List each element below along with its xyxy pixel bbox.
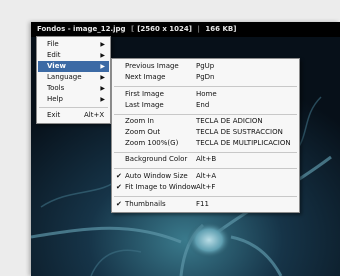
chevron-right-icon: ▶ [100, 63, 105, 70]
view-submenu: Previous Image PgUp Next Image PgDn Firs… [111, 58, 300, 213]
menu-item-file-label: File [47, 40, 59, 48]
menu-item-tools[interactable]: Tools ▶ [38, 83, 109, 94]
menu-item-exit-label: Exit [47, 111, 61, 119]
next-image-label: Next Image [125, 73, 166, 81]
menu-separator [114, 114, 297, 115]
menu-item-file[interactable]: File ▶ [38, 39, 109, 50]
chevron-right-icon: ▶ [100, 74, 105, 81]
chevron-right-icon: ▶ [100, 85, 105, 92]
next-image-shortcut: PgDn [196, 73, 215, 81]
menu-item-view-label: View [47, 62, 66, 70]
fit-image-label: Fit Image to Window [125, 183, 197, 191]
menu-item-fit-image[interactable]: ✔ Fit Image to Window Alt+F [113, 182, 298, 193]
title-bar: Fondos - image_12.jpg [[2560 x 1024] | 1… [31, 22, 340, 37]
menu-item-edit[interactable]: Edit ▶ [38, 50, 109, 61]
main-menu: File ▶ Edit ▶ View ▶ Language ▶ Tools ▶ … [36, 36, 111, 124]
menu-item-auto-window-size[interactable]: ✔ Auto Window Size Alt+A [113, 171, 298, 182]
auto-window-size-label: Auto Window Size [125, 172, 188, 180]
menu-item-edit-label: Edit [47, 51, 61, 59]
background-color-shortcut: Alt+B [196, 155, 217, 163]
thumbnails-shortcut: F11 [196, 200, 209, 208]
image-dimensions: [2560 x 1024] [137, 25, 192, 33]
image-filesize: 166 KB] [205, 25, 237, 33]
zoom-in-label: Zoom In [125, 117, 154, 125]
zoom-out-shortcut: TECLA DE SUSTRACCION [196, 128, 283, 136]
menu-item-help[interactable]: Help ▶ [38, 94, 109, 105]
menu-item-view[interactable]: View ▶ [38, 61, 109, 72]
checkmark-icon: ✔ [116, 200, 122, 208]
chevron-right-icon: ▶ [100, 41, 105, 48]
menu-separator [114, 86, 297, 87]
last-image-shortcut: End [196, 101, 210, 109]
menu-item-language[interactable]: Language ▶ [38, 72, 109, 83]
menu-item-last-image[interactable]: Last Image End [113, 100, 298, 111]
menu-separator [39, 107, 108, 108]
menu-item-thumbnails[interactable]: ✔ Thumbnails F11 [113, 199, 298, 210]
zoom-in-shortcut: TECLA DE ADICION [196, 117, 263, 125]
zoom-out-label: Zoom Out [125, 128, 161, 136]
thumbnails-label: Thumbnails [125, 200, 166, 208]
title-separator: [ [131, 25, 135, 33]
menu-item-language-label: Language [47, 73, 82, 81]
menu-item-zoom-in[interactable]: Zoom In TECLA DE ADICION [113, 116, 298, 127]
last-image-label: Last Image [125, 101, 164, 109]
menu-item-first-image[interactable]: First Image Home [113, 89, 298, 100]
checkmark-icon: ✔ [116, 172, 122, 180]
menu-item-tools-label: Tools [47, 84, 65, 92]
previous-image-shortcut: PgUp [196, 62, 215, 70]
title-divider: | [197, 25, 200, 33]
menu-item-help-label: Help [47, 95, 63, 103]
menu-item-background-color[interactable]: Background Color Alt+B [113, 154, 298, 165]
menu-item-zoom-100[interactable]: Zoom 100%(G) TECLA DE MULTIPLICACION [113, 138, 298, 149]
auto-window-size-shortcut: Alt+A [196, 172, 217, 180]
menu-item-previous-image[interactable]: Previous Image PgUp [113, 61, 298, 72]
window-title: Fondos - image_12.jpg [37, 25, 126, 33]
chevron-right-icon: ▶ [100, 52, 105, 59]
fit-image-shortcut: Alt+F [196, 183, 216, 191]
zoom-100-shortcut: TECLA DE MULTIPLICACION [196, 139, 291, 147]
zoom-100-label: Zoom 100%(G) [125, 139, 179, 147]
chevron-right-icon: ▶ [100, 96, 105, 103]
first-image-label: First Image [125, 90, 164, 98]
menu-item-exit[interactable]: Exit Alt+X [38, 110, 109, 121]
menu-separator [114, 152, 297, 153]
previous-image-label: Previous Image [125, 62, 179, 70]
first-image-shortcut: Home [196, 90, 217, 98]
menu-item-next-image[interactable]: Next Image PgDn [113, 72, 298, 83]
menu-separator [114, 168, 297, 169]
menu-item-exit-shortcut: Alt+X [84, 111, 105, 119]
background-color-label: Background Color [125, 155, 188, 163]
menu-separator [114, 196, 297, 197]
checkmark-icon: ✔ [116, 183, 122, 191]
menu-item-zoom-out[interactable]: Zoom Out TECLA DE SUSTRACCION [113, 127, 298, 138]
